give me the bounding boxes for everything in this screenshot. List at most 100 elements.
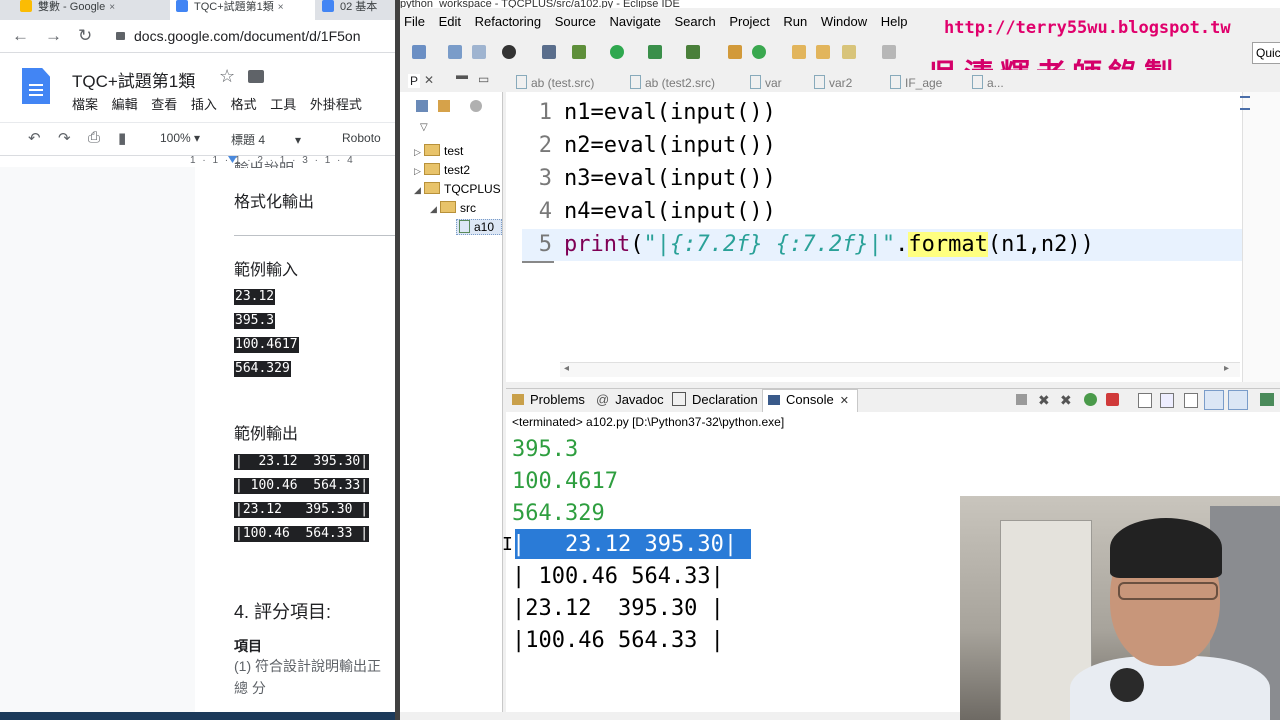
new-class-icon[interactable] [752,45,766,59]
undo-icon[interactable]: ↶ [28,129,41,147]
terminate-icon[interactable] [1016,394,1027,405]
code-line[interactable]: n4=eval(input()) [564,199,776,224]
print-icon[interactable]: ⎙ [88,129,100,146]
coverage-icon[interactable] [648,45,662,59]
expand-arrow-icon[interactable]: ▷ [414,147,424,158]
scroll-lock-icon[interactable] [1160,393,1174,408]
menu-view[interactable]: 查看 [151,97,177,112]
quick-access-input[interactable]: Quic [1252,42,1280,64]
code-line-print[interactable]: print("|{:7.2f} {:7.2f}|".format(n1,n2)) [564,232,1094,257]
maximize-icon[interactable]: ▭ [478,72,489,86]
menu-format[interactable]: 格式 [231,97,257,112]
view-menu-icon[interactable] [470,100,482,112]
zoom-select[interactable]: 100% ▾ [160,131,200,145]
close-icon[interactable]: × [109,2,115,13]
tree-item-test2[interactable]: ▷ test2 [414,163,470,177]
overview-ruler[interactable] [1242,92,1280,382]
tree-item-test[interactable]: ▷ test [414,144,463,158]
close-icon[interactable]: ✕ [424,73,434,87]
collapse-all-icon[interactable] [416,100,428,112]
menu-project[interactable]: Project [729,14,769,29]
show-on-error-icon[interactable] [1228,390,1248,410]
menu-tools[interactable]: 工具 [270,97,296,112]
package-explorer-tab[interactable]: P [408,74,421,88]
browser-tab-docs-active[interactable]: TQC+試題第1類 × [170,0,315,20]
tab-problems[interactable]: Problems [512,392,585,407]
code-line[interactable]: n1=eval(input()) [564,100,776,125]
show-on-output-icon[interactable] [1204,390,1224,410]
tree-item-a102[interactable]: a10 [456,219,502,235]
editor-tab[interactable]: var2 [814,75,852,90]
forward-icon[interactable]: → [45,26,62,46]
outline-icon[interactable] [1240,96,1250,110]
pin-icon[interactable] [1084,393,1097,406]
remove-all-icon[interactable]: ✖ [1060,392,1072,409]
skip-breakpoints-icon[interactable] [542,45,556,59]
editor-tab[interactable]: a... [972,75,1016,90]
console-output-line[interactable]: |23.12 395.30 | [512,596,724,621]
menu-refactoring[interactable]: Refactoring [475,14,541,29]
clear-console-icon[interactable] [1138,393,1152,408]
expand-arrow-icon[interactable]: ▷ [414,166,424,177]
browser-tab-sheets[interactable]: 雙數 - Google × [20,0,158,20]
menu-edit[interactable]: Edit [439,14,461,29]
expand-arrow-icon[interactable]: ◢ [414,185,424,196]
new-icon[interactable] [412,45,426,59]
code-line[interactable]: n3=eval(input()) [564,166,776,191]
chevron-down-icon[interactable]: ▽ [420,122,428,133]
minimize-icon[interactable]: ▬ [456,68,468,82]
menu-file[interactable]: 檔案 [72,97,98,112]
editor-tab[interactable]: var [750,75,782,90]
editor-tab[interactable]: ab (test2.src) [630,75,715,90]
url-field[interactable]: docs.google.com/document/d/1F5on [116,26,395,46]
console-output-line[interactable]: | 100.46 564.33| [512,564,724,589]
link-editor-icon[interactable] [438,100,450,112]
menu-edit[interactable]: 編輯 [112,97,138,112]
external-tools-icon[interactable] [686,45,700,59]
style-select[interactable]: 標題 4 ▾ [231,131,301,148]
close-icon[interactable]: ✕ [840,395,849,407]
back-icon[interactable]: ← [12,26,29,46]
menu-window[interactable]: Window [821,14,867,29]
next-annotation-icon[interactable] [882,45,896,59]
menu-source[interactable]: Source [555,14,596,29]
menu-insert[interactable]: 插入 [191,97,217,112]
save-all-icon[interactable] [472,45,486,59]
scroll-right-icon[interactable]: ▸ [1224,363,1229,374]
console-output-line[interactable]: |100.46 564.33 | [512,628,724,653]
tree-item-src[interactable]: ◢ src [430,201,476,215]
menu-help[interactable]: Help [881,14,908,29]
search-icon[interactable] [842,45,856,59]
editor-tab[interactable]: IF_age [890,75,942,90]
save-icon[interactable] [448,45,462,59]
word-wrap-icon[interactable] [1184,393,1198,408]
debug-icon[interactable] [572,45,586,59]
menu-file[interactable]: File [404,14,425,29]
tab-javadoc[interactable]: @ Javadoc [596,392,664,407]
star-icon[interactable]: ☆ [219,66,235,87]
menu-run[interactable]: Run [783,14,807,29]
document-title[interactable]: TQC+試題第1類 [72,67,195,92]
new-package-icon[interactable] [728,45,742,59]
expand-arrow-icon[interactable]: ◢ [430,204,440,215]
python-console-icon[interactable] [502,45,516,59]
close-icon[interactable]: × [278,2,284,13]
open-type-icon[interactable] [792,45,806,59]
menu-search[interactable]: Search [674,14,715,29]
tab-declaration[interactable]: Declaration [672,392,758,407]
menu-addons[interactable]: 外掛程式 [310,97,362,112]
menu-navigate[interactable]: Navigate [610,14,661,29]
code-line[interactable]: n2=eval(input()) [564,133,776,158]
console-output-line-selected[interactable]: | 23.12 395.30| [512,532,737,557]
font-select[interactable]: Roboto [342,131,381,145]
browser-tab-docs-2[interactable]: 02 基本 [322,0,395,20]
folder-icon[interactable] [248,70,264,83]
redo-icon[interactable]: ↷ [58,129,71,147]
editor-tab[interactable]: ab (test.src) [516,75,594,90]
tree-item-tqcplus[interactable]: ◢ TQCPLUS [414,182,501,196]
remove-launch-icon[interactable]: ✖ [1038,392,1050,409]
open-console-icon[interactable] [1260,393,1274,406]
stop-icon[interactable] [1106,393,1119,406]
open-resource-icon[interactable] [816,45,830,59]
google-docs-logo-icon[interactable] [22,68,50,104]
